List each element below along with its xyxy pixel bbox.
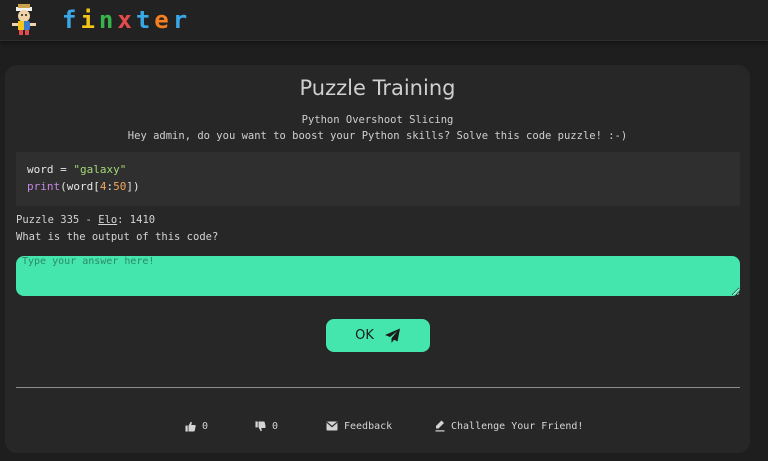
feedback-label: Feedback bbox=[344, 420, 393, 432]
code-line-2: print(word[4:50]) bbox=[27, 180, 140, 193]
code-token: (word[ bbox=[60, 180, 100, 193]
puzzle-number: Puzzle 335 - bbox=[16, 214, 99, 226]
logo-letter: t bbox=[135, 6, 155, 34]
pen-icon bbox=[435, 420, 445, 432]
elo-value: : 1410 bbox=[117, 214, 156, 226]
code-block: word = "galaxy" print(word[4:50]) bbox=[16, 152, 740, 206]
code-token: = bbox=[53, 163, 74, 176]
ok-button-label: OK bbox=[355, 328, 374, 343]
challenge-friend-link[interactable]: Challenge Your Friend! bbox=[435, 419, 583, 433]
dislike-button[interactable]: 0 bbox=[255, 419, 278, 433]
top-navbar: finxter bbox=[0, 0, 768, 41]
challenge-label: Challenge Your Friend! bbox=[451, 420, 584, 432]
code-token: ]) bbox=[126, 180, 140, 193]
dislike-count: 0 bbox=[272, 420, 279, 432]
elo-link[interactable]: Elo bbox=[98, 214, 117, 226]
finxter-mascot-icon[interactable] bbox=[6, 2, 42, 36]
thumbs-up-icon bbox=[185, 421, 196, 432]
paper-plane-icon bbox=[384, 328, 400, 343]
puzzle-question: What is the output of this code? bbox=[16, 231, 219, 243]
code-line-1: word = "galaxy" bbox=[27, 163, 126, 176]
page-title: Puzzle Training bbox=[299, 76, 456, 100]
logo-letter: i bbox=[80, 6, 99, 34]
feedback-link[interactable]: Feedback bbox=[326, 419, 392, 433]
code-token: "galaxy" bbox=[73, 163, 127, 176]
logo-letter: x bbox=[117, 6, 136, 34]
divider bbox=[16, 387, 740, 388]
logo-letter: n bbox=[98, 6, 118, 34]
greeting-text: Hey admin, do you want to boost your Pyt… bbox=[127, 130, 628, 142]
code-token: word bbox=[27, 163, 54, 176]
code-token: 4 bbox=[99, 180, 107, 193]
code-token: 50 bbox=[113, 180, 127, 193]
finxter-logo[interactable]: finxter bbox=[62, 6, 191, 34]
ok-button[interactable]: OK bbox=[326, 319, 430, 352]
puzzle-info: Puzzle 335 - Elo: 1410 bbox=[16, 214, 155, 226]
logo-letter: r bbox=[172, 6, 192, 34]
like-button[interactable]: 0 bbox=[185, 419, 208, 433]
envelope-icon bbox=[326, 421, 338, 431]
answer-input[interactable] bbox=[16, 256, 740, 296]
puzzle-subtitle: Python Overshoot Slicing bbox=[301, 114, 454, 126]
like-count: 0 bbox=[202, 420, 209, 432]
thumbs-down-icon bbox=[255, 420, 266, 431]
logo-letter: e bbox=[154, 6, 173, 34]
code-token: print bbox=[27, 180, 61, 193]
logo-letter: f bbox=[62, 6, 81, 34]
